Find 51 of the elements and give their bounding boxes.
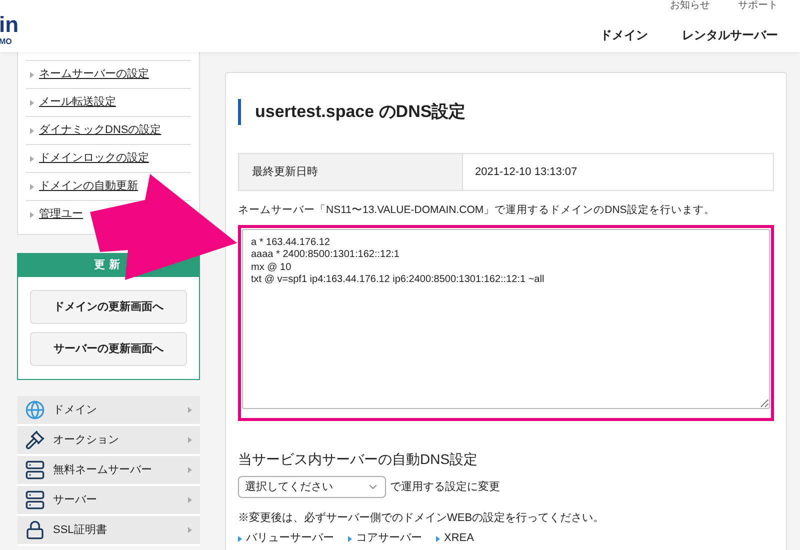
updated-label: 最終更新日時 <box>239 154 463 190</box>
description-text: ネームサーバー「NS11〜13.VALUE-DOMAIN.COM」で運用するドメインのDNS設定を行います。 <box>238 203 716 218</box>
renew-button[interactable]: ドメインの更新画面へ <box>30 290 187 324</box>
top-link[interactable]: サポート <box>738 0 778 12</box>
title-accent <box>238 99 241 125</box>
menu-item[interactable]: 無料ネームサーバー <box>17 456 200 486</box>
sidebar-link[interactable]: ネームサーバーの設定 <box>39 66 149 83</box>
sidebar-link[interactable]: メール転送設定 <box>39 94 116 111</box>
renew-title: 更新 <box>94 258 124 274</box>
caret-icon <box>188 437 192 443</box>
server-link[interactable]: XREA <box>444 530 474 547</box>
caret-icon <box>30 128 34 134</box>
caret-icon <box>238 536 242 542</box>
server-link[interactable]: バリューサーバー <box>246 530 334 547</box>
caret-icon <box>188 527 192 533</box>
caret-icon <box>30 100 34 106</box>
dns-records-field[interactable]: a * 163.44.176.12 aaaa * 2400:8500:1301:162::12:1 mx @ 10 txt @ v=spf1 ip4:163.44.176.12 ip6:2400:8500:1301:162::12:1 ~all <box>242 228 770 409</box>
gavel-icon <box>25 430 45 450</box>
caret-icon <box>188 407 192 413</box>
server-select[interactable]: 選択してください <box>238 476 386 498</box>
menu-item[interactable]: ドメイン <box>17 396 200 426</box>
caret-icon <box>348 536 352 542</box>
top-link[interactable]: お知らせ <box>670 0 710 12</box>
globe-icon <box>25 400 45 420</box>
page-title: usertest.space のDNS設定 <box>255 101 466 124</box>
menu-item[interactable]: SSL証明書 <box>17 516 200 546</box>
caret-icon <box>30 184 34 190</box>
caret-icon <box>436 536 440 542</box>
section-title: 当サービス内サーバーの自動DNS設定 <box>238 450 479 469</box>
menu-item[interactable]: オークション <box>17 426 200 456</box>
renew-button[interactable]: サーバーの更新画面へ <box>30 332 187 366</box>
nav-link[interactable]: ドメイン <box>600 26 648 44</box>
caret-icon <box>188 467 192 473</box>
note-text: ※変更後は、必ずサーバー側でのドメインWEBの設定を行ってください。 <box>238 510 606 526</box>
server-icon <box>25 490 45 510</box>
sidebar-link[interactable]: ドメインロックの設定 <box>39 150 149 167</box>
lock-icon <box>25 520 45 540</box>
logo-text: in <box>0 14 19 36</box>
updated-value: 2021-12-10 13:13:07 <box>474 164 578 180</box>
sidebar-link[interactable]: ダイナミックDNSの設定 <box>39 122 162 139</box>
caret-icon <box>30 72 34 78</box>
menu-item[interactable]: サーバー <box>17 486 200 516</box>
server-icon <box>25 460 45 480</box>
caret-icon <box>188 497 192 503</box>
sidebar-link[interactable]: ドメインの自動更新 <box>39 178 138 195</box>
caret-icon <box>30 212 34 218</box>
sidebar-link[interactable]: 管理ユー <box>39 206 83 223</box>
nav-link[interactable]: レンタルサーバー <box>682 26 778 44</box>
caret-icon <box>30 156 34 162</box>
server-link[interactable]: コアサーバー <box>356 530 422 547</box>
select-suffix: で運用する設定に変更 <box>390 480 500 494</box>
